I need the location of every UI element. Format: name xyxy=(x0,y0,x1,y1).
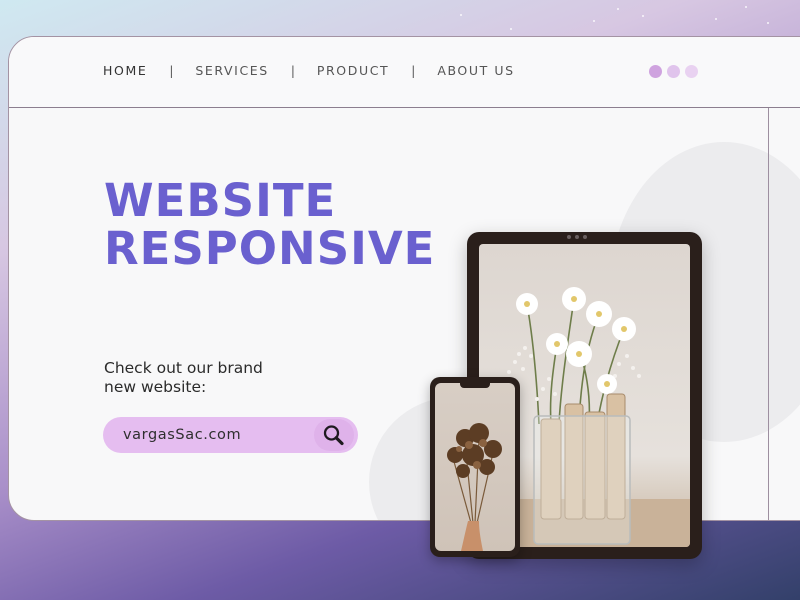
hero-title-line2: RESPONSIVE xyxy=(104,222,436,275)
nav-services[interactable]: SERVICES xyxy=(195,63,268,78)
window-dot-2[interactable] xyxy=(667,65,680,78)
nav-home[interactable]: HOME xyxy=(103,63,147,78)
top-navbar: HOME | SERVICES | PRODUCT | ABOUT US xyxy=(9,37,800,108)
hero-title: WEBSITE RESPONSIVE xyxy=(104,177,435,273)
phone-screen-image xyxy=(435,383,515,551)
nav-separator: | xyxy=(290,63,295,78)
search-button[interactable] xyxy=(314,419,354,451)
window-dot-3[interactable] xyxy=(685,65,698,78)
divider-line xyxy=(768,108,769,520)
nav-separator: | xyxy=(169,63,174,78)
dried-bouquet-illustration xyxy=(447,423,502,551)
hero-subtitle-line1: Check out our brand xyxy=(104,359,263,377)
tablet-camera xyxy=(567,235,587,239)
nav-separator: | xyxy=(411,63,416,78)
window-dot-1[interactable] xyxy=(649,65,662,78)
phone-notch xyxy=(460,383,490,388)
phone-mockup xyxy=(430,377,520,557)
main-navigation: HOME | SERVICES | PRODUCT | ABOUT US xyxy=(103,63,515,78)
nav-about-us[interactable]: ABOUT US xyxy=(437,63,514,78)
hero-title-line1: WEBSITE xyxy=(104,174,337,227)
search-icon xyxy=(323,425,344,446)
hero-subtitle-line2: new website: xyxy=(104,378,207,396)
search-input[interactable] xyxy=(123,426,293,444)
hero-subtitle: Check out our brand new website: xyxy=(104,359,304,397)
search-bar xyxy=(103,417,358,453)
nav-product[interactable]: PRODUCT xyxy=(317,63,389,78)
window-controls xyxy=(649,65,698,78)
